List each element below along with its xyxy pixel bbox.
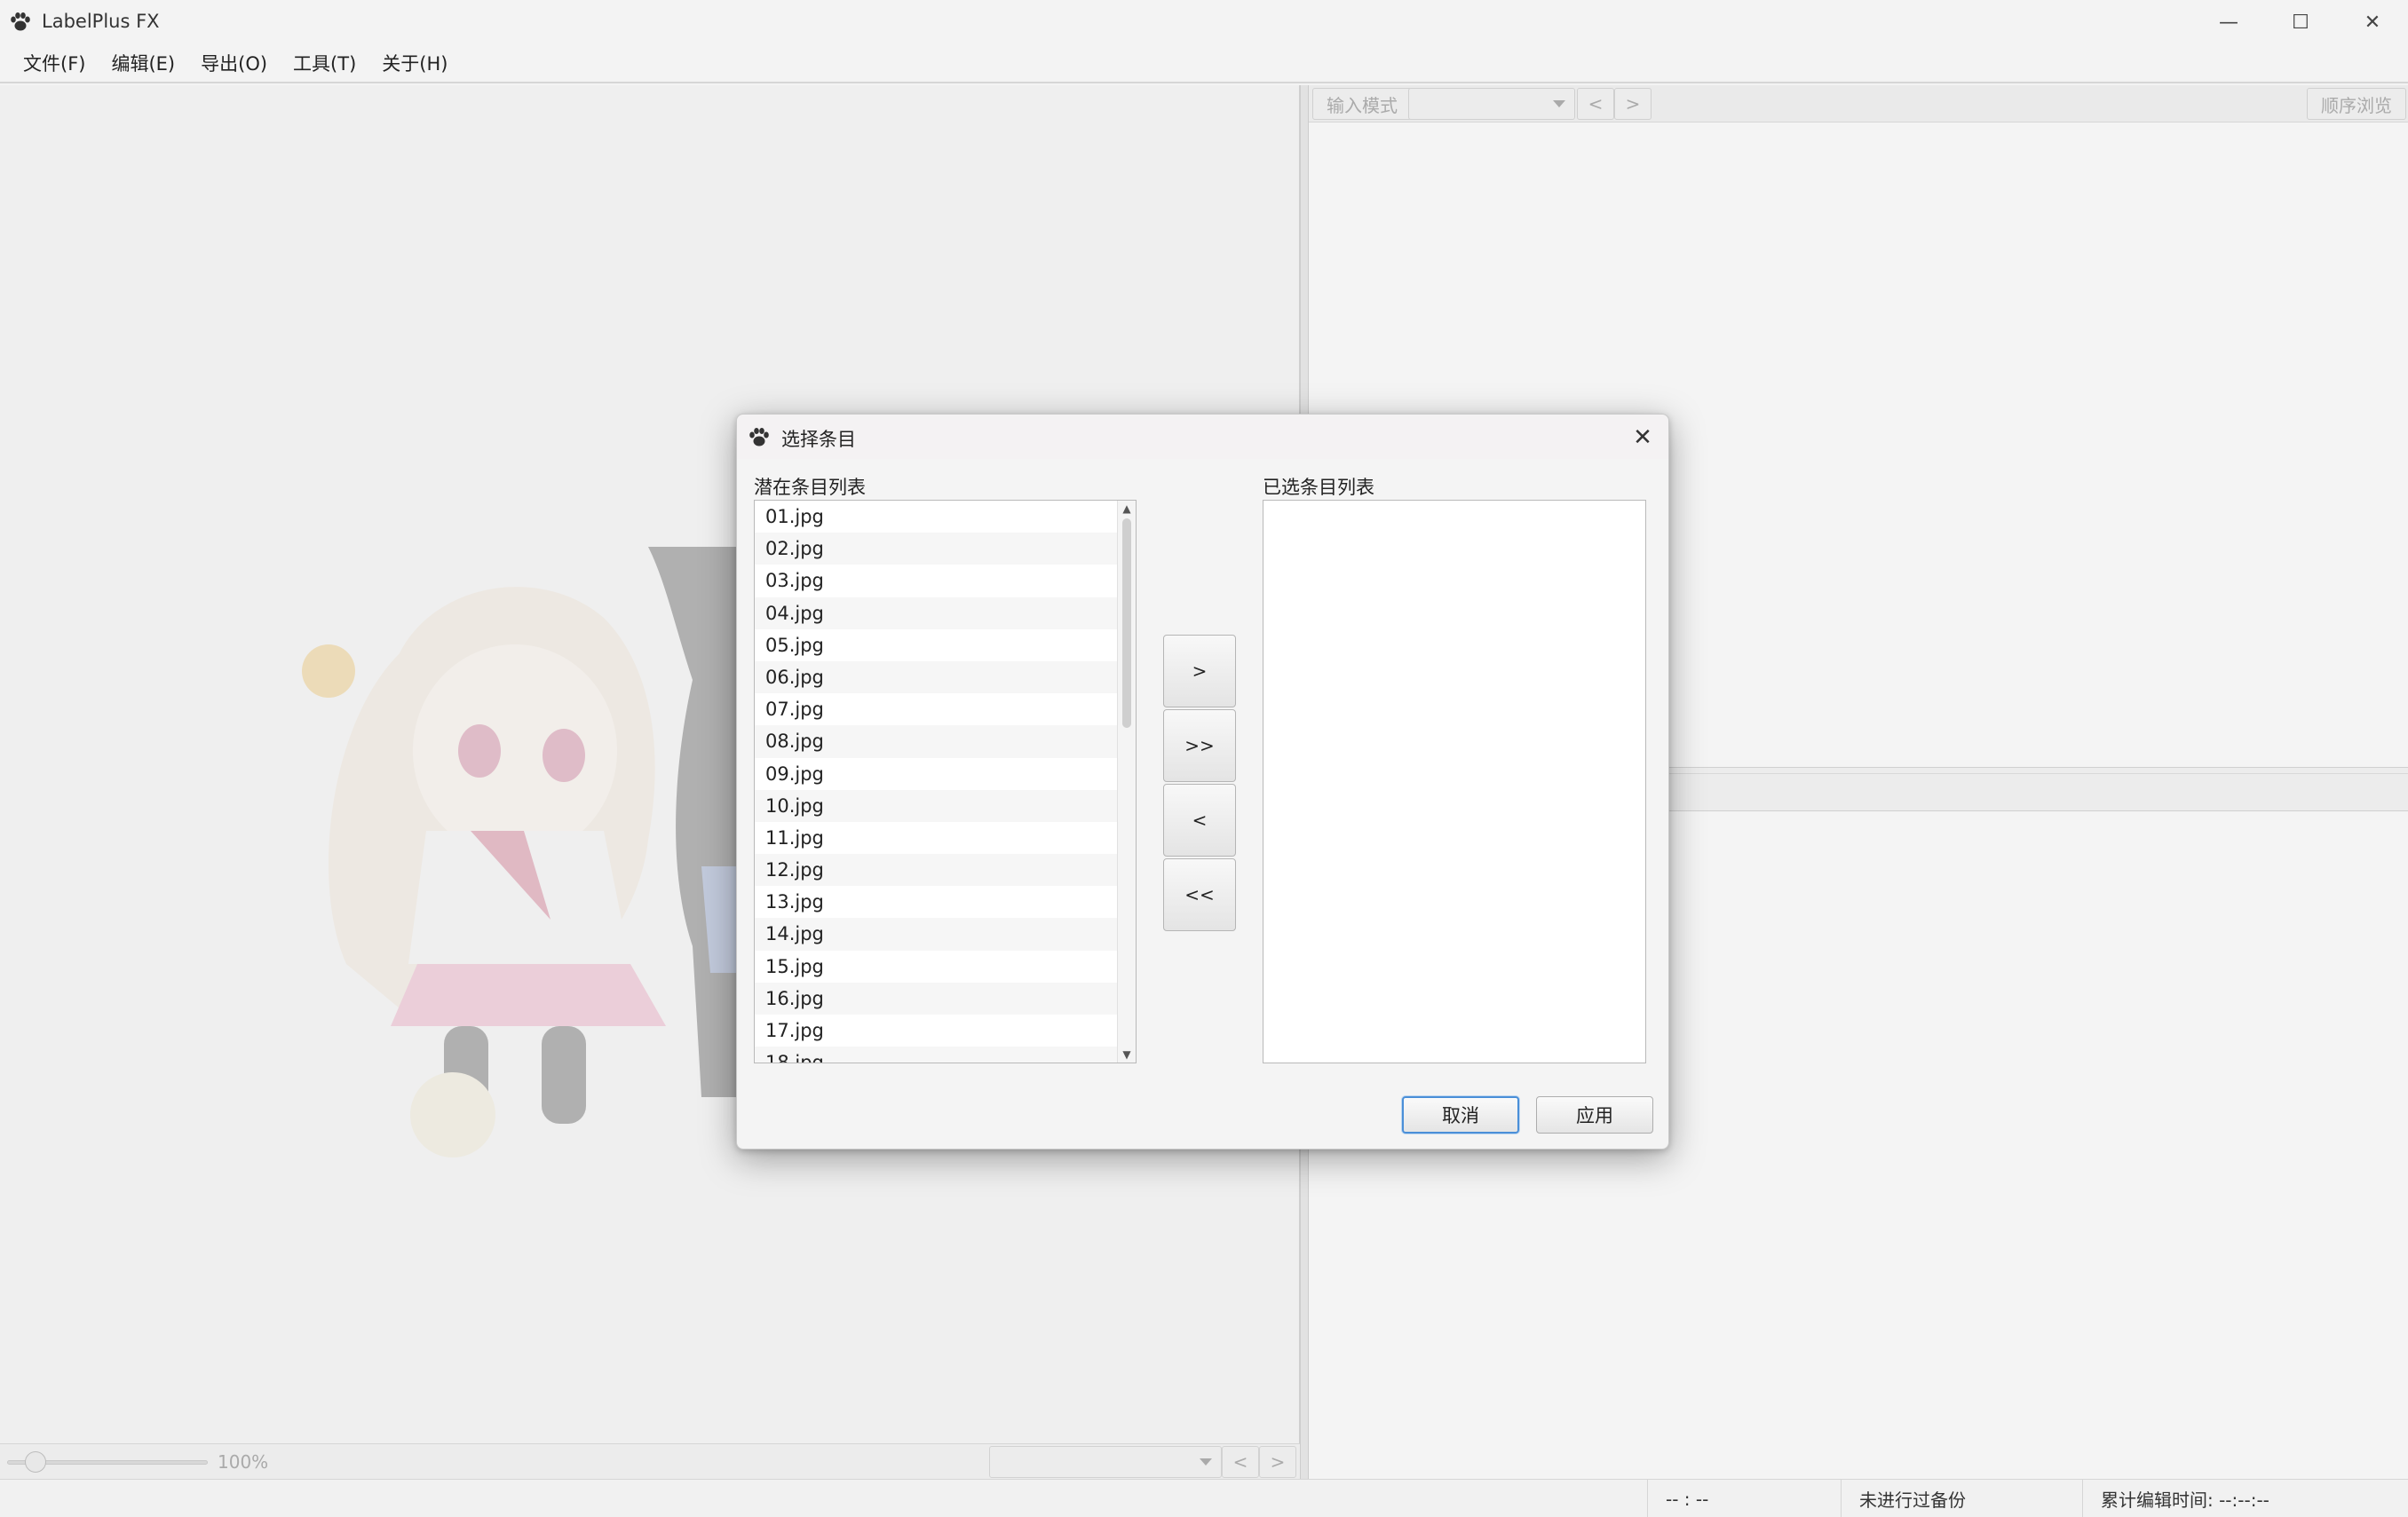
chevron-down-icon — [1553, 100, 1565, 107]
add-selected-button[interactable]: > — [1163, 635, 1236, 707]
input-mode-button[interactable]: 输入模式 — [1312, 88, 1412, 120]
menu-about[interactable]: 关于(H) — [371, 44, 463, 82]
list-item[interactable]: 11.jpg — [755, 822, 1119, 854]
window-title: LabelPlus FX — [42, 11, 160, 32]
scroll-down-icon[interactable]: ▼ — [1118, 1047, 1136, 1063]
add-all-button[interactable]: >> — [1163, 709, 1236, 782]
maximize-button[interactable]: ☐ — [2265, 0, 2336, 44]
list-item[interactable]: 13.jpg — [755, 886, 1119, 918]
menu-bar: 文件(F) 编辑(E) 导出(O) 工具(T) 关于(H) — [0, 44, 2408, 83]
status-edit-time: 累计编辑时间: --:--:-- — [2082, 1480, 2408, 1517]
dialog-title: 选择条目 — [781, 429, 856, 450]
scrollbar-thumb[interactable] — [1122, 518, 1131, 728]
status-backup: 未进行过备份 — [1841, 1480, 2082, 1517]
next-image-button[interactable]: > — [1259, 1446, 1296, 1478]
list-item[interactable]: 12.jpg — [755, 854, 1119, 887]
list-item[interactable]: 02.jpg — [755, 533, 1119, 565]
paw-icon — [11, 12, 30, 31]
prev-image-button[interactable]: < — [1222, 1446, 1259, 1478]
minimize-button[interactable]: — — [2193, 0, 2264, 44]
list-item[interactable]: 01.jpg — [755, 501, 1119, 533]
remove-selected-button[interactable]: < — [1163, 784, 1236, 857]
list-scrollbar[interactable]: ▲ ▼ — [1117, 501, 1136, 1063]
apply-button[interactable]: 应用 — [1536, 1096, 1653, 1134]
label-toolbar: 输入模式 < > 顺序浏览 — [1309, 85, 2408, 122]
image-select-dropdown[interactable] — [989, 1446, 1222, 1478]
status-position: -- : -- — [1647, 1480, 1841, 1517]
status-bar: -- : -- 未进行过备份 累计编辑时间: --:--:-- — [0, 1479, 2408, 1517]
menu-file[interactable]: 文件(F) — [12, 44, 100, 82]
zoom-slider-thumb[interactable] — [24, 1451, 46, 1473]
menu-export[interactable]: 导出(O) — [190, 44, 282, 82]
list-item[interactable]: 08.jpg — [755, 725, 1119, 758]
list-item[interactable]: 09.jpg — [755, 758, 1119, 790]
list-item[interactable]: 15.jpg — [755, 951, 1119, 983]
list-item[interactable]: 14.jpg — [755, 918, 1119, 951]
menu-tools[interactable]: 工具(T) — [282, 44, 371, 82]
paw-icon — [749, 428, 769, 446]
group-select-dropdown[interactable] — [1408, 88, 1575, 120]
remove-all-button[interactable]: << — [1163, 858, 1236, 931]
list-item[interactable]: 16.jpg — [755, 982, 1119, 1015]
list-item[interactable]: 06.jpg — [755, 660, 1119, 694]
list-item[interactable]: 18.jpg — [755, 1047, 1119, 1063]
next-label-button[interactable]: > — [1614, 88, 1652, 120]
list-item[interactable]: 05.jpg — [755, 629, 1119, 661]
dialog-close-button[interactable]: ✕ — [1625, 420, 1660, 455]
list-item[interactable]: 10.jpg — [755, 789, 1119, 822]
prev-label-button[interactable]: < — [1577, 88, 1614, 120]
zoom-label: 100% — [218, 1451, 269, 1473]
list-item[interactable]: 04.jpg — [755, 597, 1119, 629]
select-items-dialog: 选择条目 ✕ 潜在条目列表 已选条目列表 01.jpg 02.jpg 03.jpg 0… — [736, 414, 1669, 1150]
window-titlebar: LabelPlus FX — ☐ ✕ — [0, 0, 2408, 44]
list-item[interactable]: 03.jpg — [755, 565, 1119, 597]
selected-list-label: 已选条目列表 — [1263, 477, 1374, 498]
list-item[interactable]: 17.jpg — [755, 1015, 1119, 1047]
menu-edit[interactable]: 编辑(E) — [100, 44, 190, 82]
chevron-down-icon — [1200, 1458, 1212, 1466]
order-browse-button[interactable]: 顺序浏览 — [2307, 88, 2406, 120]
cancel-button[interactable]: 取消 — [1402, 1096, 1519, 1134]
potential-list-label: 潜在条目列表 — [754, 477, 866, 498]
potential-items-list[interactable]: 01.jpg 02.jpg 03.jpg 04.jpg 05.jpg 06.jpg 07.j… — [754, 500, 1137, 1063]
list-item[interactable]: 07.jpg — [755, 693, 1119, 725]
scroll-up-icon[interactable]: ▲ — [1118, 501, 1136, 517]
selected-items-list[interactable] — [1263, 500, 1646, 1063]
placeholder-artwork — [302, 547, 772, 1158]
close-window-button[interactable]: ✕ — [2337, 0, 2408, 44]
dialog-titlebar[interactable]: 选择条目 ✕ — [737, 415, 1668, 459]
zoom-bar: 100% < > — [0, 1443, 1300, 1479]
